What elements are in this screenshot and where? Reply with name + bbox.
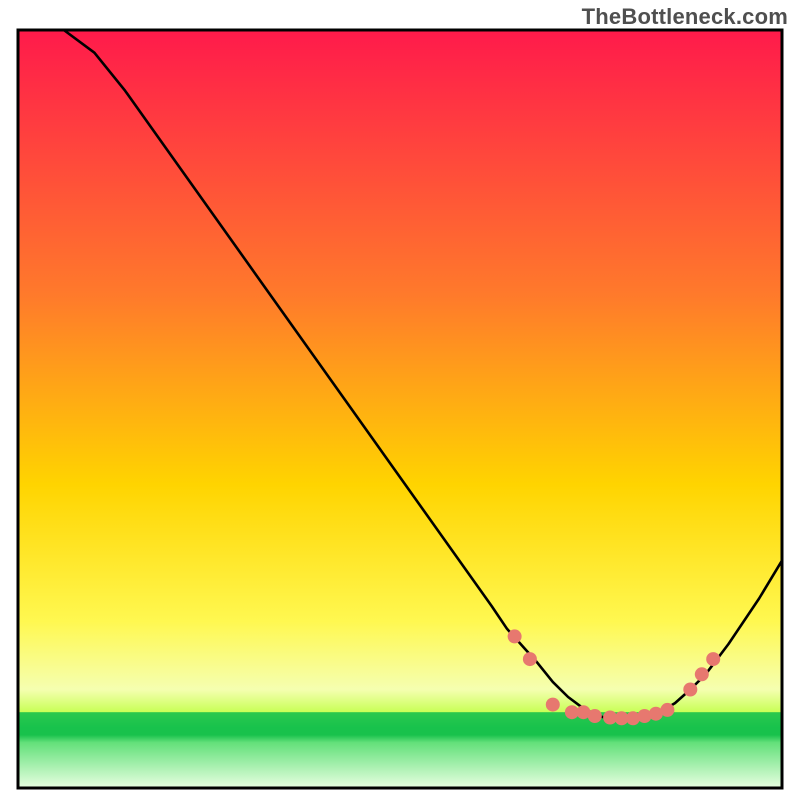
data-dot (588, 709, 602, 723)
data-dot (546, 698, 560, 712)
data-dot (695, 667, 709, 681)
data-dot (660, 703, 674, 717)
data-dot (706, 652, 720, 666)
data-dot (523, 652, 537, 666)
chart-background (18, 30, 782, 788)
bottleneck-curve-chart (0, 0, 800, 800)
data-dot (683, 683, 697, 697)
attribution-label: TheBottleneck.com (582, 4, 788, 30)
data-dot (508, 629, 522, 643)
